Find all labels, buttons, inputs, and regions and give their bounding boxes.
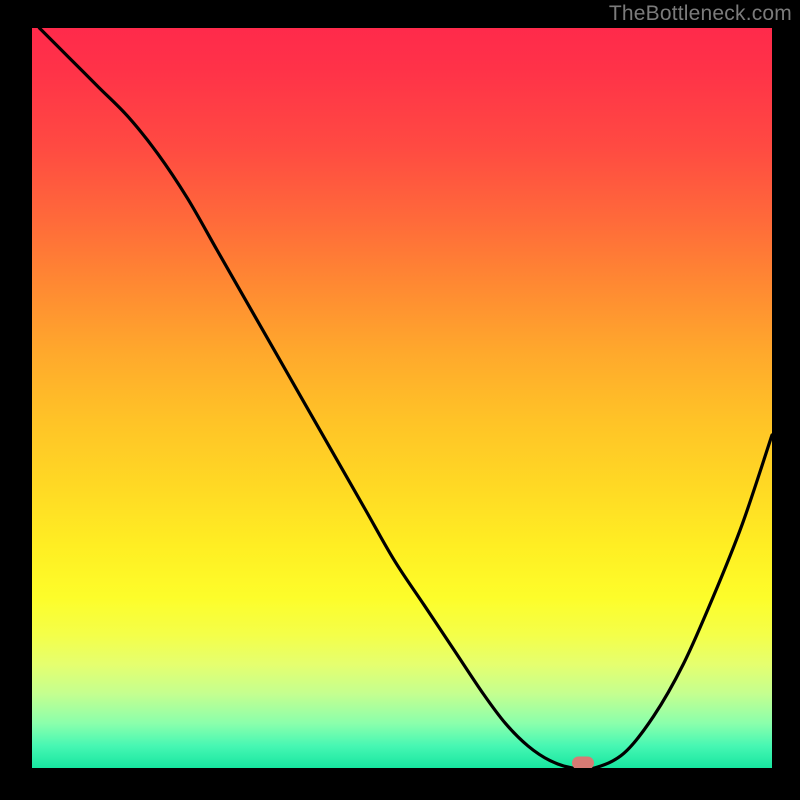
chart-frame: TheBottleneck.com — [0, 0, 800, 800]
bottleneck-curve — [32, 28, 772, 768]
optimal-point-marker — [572, 756, 594, 768]
plot-area — [32, 28, 772, 768]
curve-path — [39, 28, 772, 768]
watermark-text: TheBottleneck.com — [609, 2, 792, 26]
